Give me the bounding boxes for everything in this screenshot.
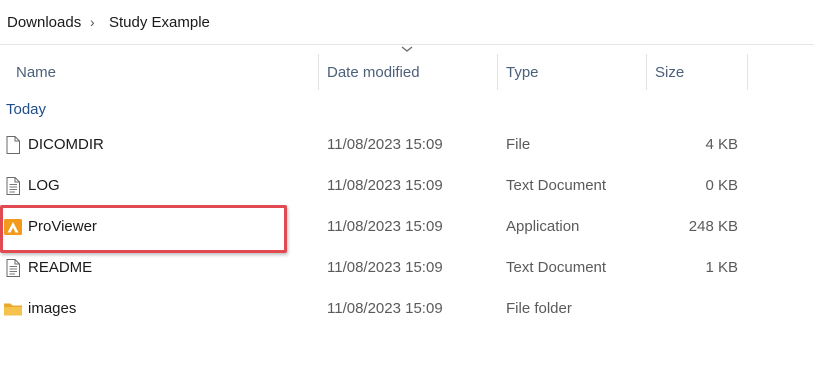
proviewer-app-icon	[4, 219, 22, 235]
file-name: LOG	[28, 177, 60, 194]
breadcrumb-item-study-example[interactable]: Study Example	[109, 13, 210, 32]
file-size: 4 KB	[705, 136, 738, 153]
group-header-today[interactable]: Today	[6, 101, 46, 118]
folder-icon	[4, 303, 22, 316]
breadcrumb-item-downloads[interactable]: Downloads	[7, 13, 81, 32]
column-header-name[interactable]: Name	[8, 46, 316, 98]
file-name: images	[28, 300, 77, 317]
column-header-type-label: Type	[506, 64, 539, 81]
text-document-icon	[6, 259, 20, 277]
file-name: DICOMDIR	[28, 136, 104, 153]
column-header-size[interactable]: Size	[647, 46, 747, 98]
column-header-size-label: Size	[655, 64, 685, 81]
file-row-log[interactable]: LOG 11/08/2023 15:09 Text Document 0 KB	[0, 165, 814, 206]
file-date-modified: 11/08/2023 15:09	[327, 300, 443, 317]
file-row-dicomdir[interactable]: DICOMDIR 11/08/2023 15:09 File 4 KB	[0, 124, 814, 165]
file-type: Application	[506, 218, 580, 235]
file-date-modified: 11/08/2023 15:09	[327, 177, 443, 194]
column-divider[interactable]	[747, 54, 748, 90]
blank-file-icon	[6, 136, 20, 154]
file-type: File folder	[506, 300, 572, 317]
file-date-modified: 11/08/2023 15:09	[327, 136, 443, 153]
file-date-modified: 11/08/2023 15:09	[327, 218, 443, 235]
file-type: Text Document	[506, 259, 607, 276]
file-type: Text Document	[506, 177, 607, 194]
file-size: 248 KB	[688, 218, 738, 235]
file-size: 1 KB	[705, 259, 738, 276]
file-date-modified: 11/08/2023 15:09	[327, 259, 443, 276]
breadcrumb-separator-icon: ›	[90, 14, 95, 30]
file-row-proviewer[interactable]: ProViewer 11/08/2023 15:09 Application 2…	[0, 206, 814, 247]
file-type: File	[506, 136, 531, 153]
file-name: ProViewer	[28, 218, 97, 235]
file-size: 0 KB	[705, 177, 738, 194]
file-row-readme[interactable]: README 11/08/2023 15:09 Text Document 1 …	[0, 247, 814, 288]
column-header-type[interactable]: Type	[498, 46, 646, 98]
text-document-icon	[6, 177, 20, 195]
column-header-name-label: Name	[16, 64, 57, 81]
column-header-row: Name Date modified Type Size	[0, 46, 814, 98]
column-header-date-label: Date modified	[327, 64, 420, 81]
breadcrumb: Downloads › Study Example	[0, 0, 814, 45]
file-row-images[interactable]: images 11/08/2023 15:09 File folder	[0, 288, 814, 329]
sort-descending-chevron-icon	[401, 46, 413, 52]
file-name: README	[28, 259, 93, 276]
